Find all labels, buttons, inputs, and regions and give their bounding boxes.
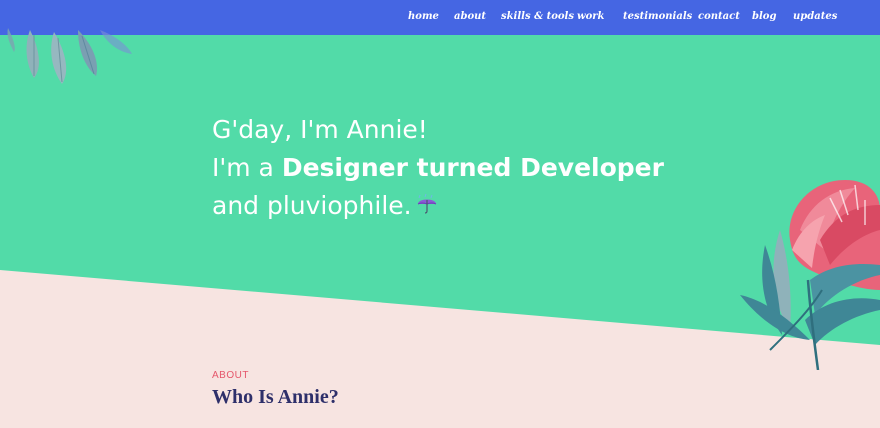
hero-tagline-bold: Designer turned Developer [281, 153, 664, 182]
protea-flower-icon [740, 180, 880, 370]
hero-tagline: I'm a Designer turned Developer [212, 149, 664, 187]
nav-link-updates[interactable]: updates [793, 11, 837, 22]
nav-link-about[interactable]: about [454, 11, 486, 22]
about-section-label: ABOUT [212, 370, 249, 381]
about-section-title: Who Is Annie? [212, 386, 339, 408]
nav-link-work[interactable]: work [577, 11, 604, 22]
hero-tagline-prefix: I'm a [212, 153, 282, 182]
nav-link-blog[interactable]: blog [752, 11, 776, 22]
leaves-decoration-icon [7, 28, 132, 84]
hero-line-three: and pluviophile. [212, 187, 664, 226]
umbrella-with-rain-icon [416, 188, 438, 226]
hero-heading: G'day, I'm Annie! I'm a Designer turned … [212, 111, 664, 226]
hero-pluviophile: and pluviophile. [212, 191, 412, 220]
hero-greeting: G'day, I'm Annie! [212, 115, 428, 144]
nav-link-contact[interactable]: contact [698, 11, 740, 22]
nav-link-skills-tools[interactable]: skills & tools [501, 11, 574, 22]
nav-link-testimonials[interactable]: testimonials [623, 11, 692, 22]
nav-link-home[interactable]: home [408, 11, 439, 22]
